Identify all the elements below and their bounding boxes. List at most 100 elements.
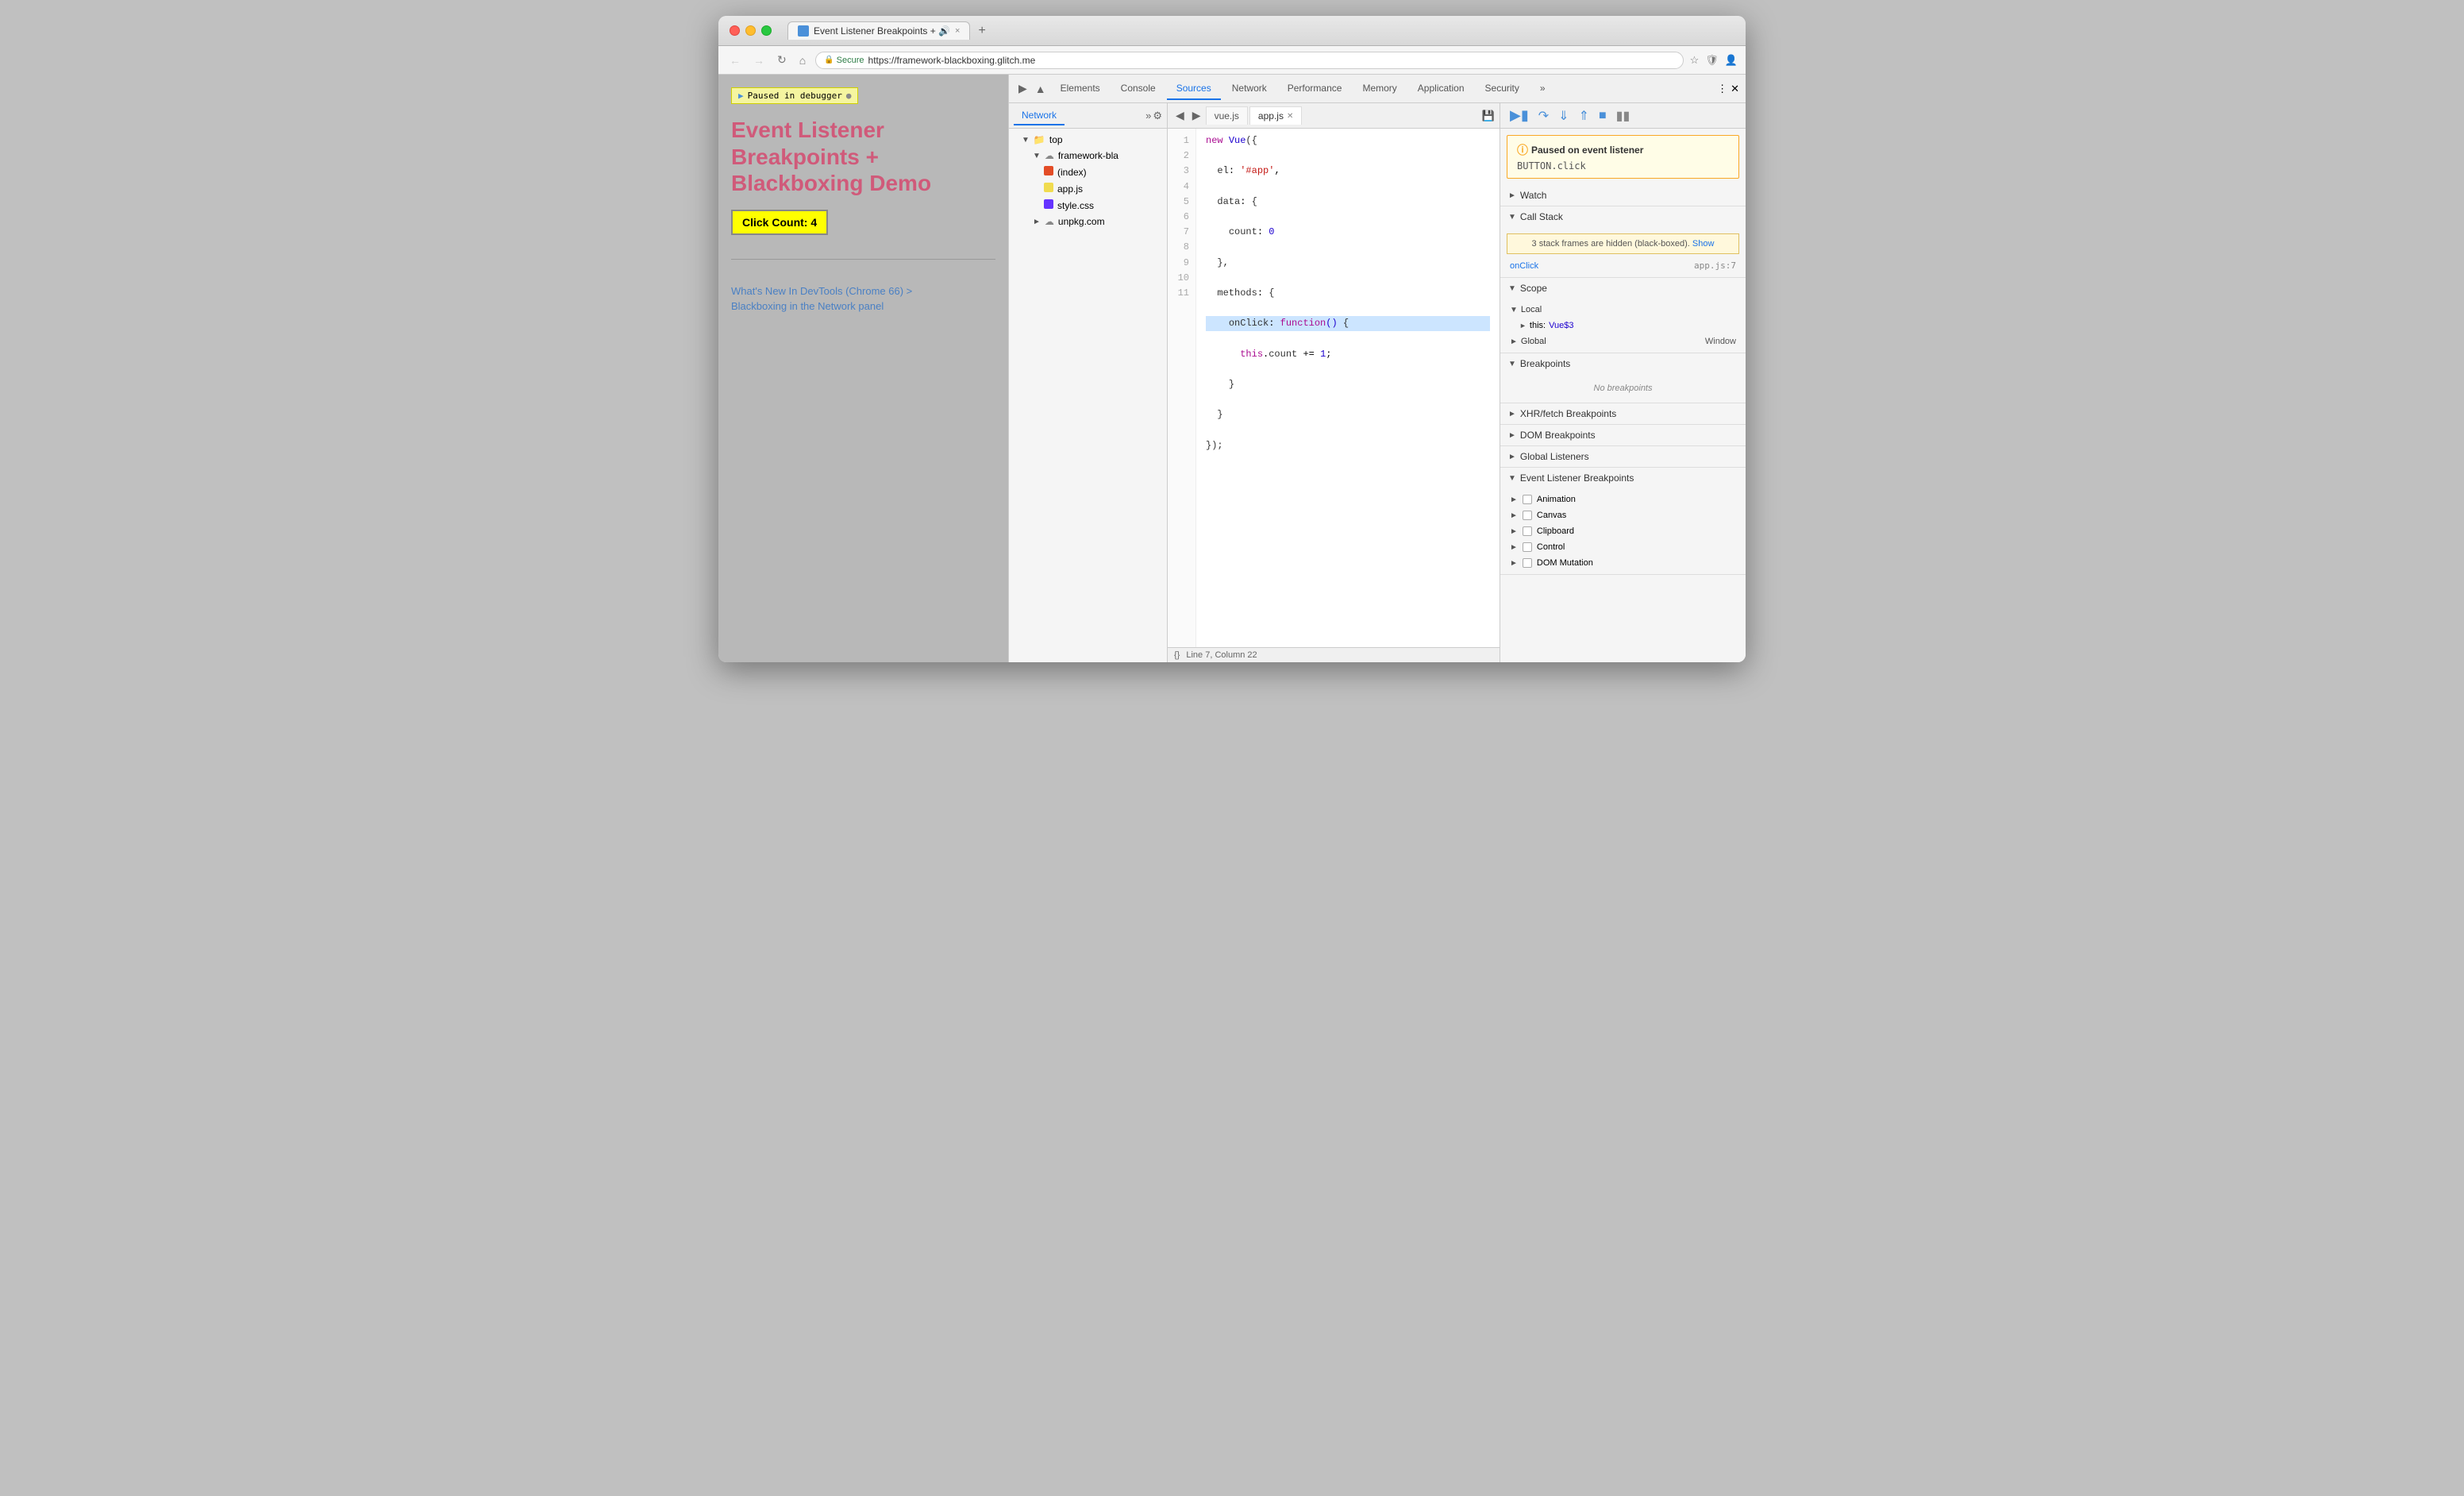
blackboxing-link[interactable]: Blackboxing in the Network panel bbox=[731, 299, 995, 314]
sidebar-tab-more[interactable]: » bbox=[1145, 110, 1151, 121]
scope-header[interactable]: ▼ Scope bbox=[1500, 278, 1746, 299]
file-tree: ▼ 📁 top ▼ ☁ framework-bla (index) bbox=[1009, 129, 1167, 662]
forward-button[interactable]: → bbox=[750, 52, 768, 68]
clipboard-checkbox[interactable] bbox=[1523, 526, 1532, 536]
tree-label-stylecss: style.css bbox=[1057, 200, 1094, 211]
el-item-animation[interactable]: ► Animation bbox=[1500, 492, 1746, 507]
breakpoints-label: Breakpoints bbox=[1520, 358, 1570, 369]
editor-tab-vuejs[interactable]: vue.js bbox=[1206, 106, 1248, 125]
el-item-control[interactable]: ► Control bbox=[1500, 539, 1746, 555]
stack-fn-label: onClick bbox=[1510, 261, 1538, 271]
tab-more[interactable]: » bbox=[1530, 78, 1555, 100]
sidebar-settings-icon[interactable]: ⚙ bbox=[1153, 110, 1162, 122]
gl-label: Global Listeners bbox=[1520, 451, 1589, 462]
devtools-menu-icon[interactable]: ⋮ bbox=[1717, 83, 1727, 95]
this-arrow: ► bbox=[1519, 322, 1527, 330]
event-listener-content: ► Animation ► Canvas ► bbox=[1500, 488, 1746, 574]
element-picker-icon[interactable]: ▶ bbox=[1015, 79, 1030, 98]
tree-item-top[interactable]: ▼ 📁 top bbox=[1009, 132, 1167, 148]
click-count-button[interactable]: Click Count: 4 bbox=[731, 210, 828, 235]
back-button[interactable]: ← bbox=[726, 52, 744, 68]
scope-this[interactable]: ► this: Vue$3 bbox=[1500, 318, 1746, 334]
browser-tab[interactable]: Event Listener Breakpoints + 🔊 × bbox=[787, 21, 970, 40]
refresh-button[interactable]: ↻ bbox=[774, 52, 790, 68]
tree-item-framework[interactable]: ▼ ☁ framework-bla bbox=[1009, 148, 1167, 164]
tab-close-button[interactable]: × bbox=[955, 26, 960, 36]
tab-memory[interactable]: Memory bbox=[1353, 78, 1406, 100]
local-label: Local bbox=[1521, 305, 1542, 314]
maximize-button[interactable] bbox=[761, 25, 772, 36]
home-button[interactable]: ⌂ bbox=[796, 52, 809, 68]
dom-mutation-checkbox[interactable] bbox=[1523, 558, 1532, 568]
bookmark-icon[interactable]: ☆ bbox=[1690, 54, 1700, 67]
url-bar[interactable]: Secure https://framework-blackboxing.gli… bbox=[815, 52, 1683, 69]
device-toolbar-icon[interactable]: ▲ bbox=[1032, 79, 1049, 98]
tab-application[interactable]: Application bbox=[1408, 78, 1474, 100]
tab-security[interactable]: Security bbox=[1476, 78, 1529, 100]
appjs-tab-close[interactable]: ✕ bbox=[1287, 112, 1293, 121]
minimize-button[interactable] bbox=[745, 25, 756, 36]
tab-sources[interactable]: Sources bbox=[1167, 78, 1221, 100]
step-into-button[interactable]: ⇓ bbox=[1555, 106, 1572, 125]
breakpoints-header[interactable]: ▼ Breakpoints bbox=[1500, 353, 1746, 374]
xhr-header[interactable]: ► XHR/fetch Breakpoints bbox=[1500, 403, 1746, 424]
dom-mutation-label: DOM Mutation bbox=[1537, 558, 1593, 568]
code-area[interactable]: 1 2 3 4 5 6 7 8 9 10 11 new Vue({ bbox=[1168, 129, 1500, 647]
tab-elements[interactable]: Elements bbox=[1051, 78, 1110, 100]
event-listener-header[interactable]: ▼ Event Listener Breakpoints bbox=[1500, 468, 1746, 488]
close-button[interactable] bbox=[730, 25, 740, 36]
stack-item-onclick[interactable]: onClick app.js:7 bbox=[1500, 257, 1746, 274]
dom-header[interactable]: ► DOM Breakpoints bbox=[1500, 425, 1746, 445]
scope-global[interactable]: ► Global Window bbox=[1500, 334, 1746, 349]
global-listeners-header[interactable]: ► Global Listeners bbox=[1500, 446, 1746, 467]
deactivate-breakpoints-button[interactable]: ■ bbox=[1596, 107, 1610, 125]
devtools-link[interactable]: What's New In DevTools (Chrome 66) > bbox=[731, 283, 995, 299]
tree-item-stylecss[interactable]: style.css bbox=[1009, 197, 1167, 214]
step-over-button[interactable]: ↷ bbox=[1535, 106, 1552, 125]
el-item-canvas[interactable]: ► Canvas bbox=[1500, 507, 1746, 523]
new-tab-button[interactable]: + bbox=[973, 24, 990, 38]
code-editor: ◀ ▶ vue.js app.js ✕ 💾 1 bbox=[1168, 103, 1500, 662]
page-title: Event Listener Breakpoints + Blackboxing… bbox=[731, 117, 995, 197]
editor-nav-forward[interactable]: ▶ bbox=[1189, 107, 1204, 124]
code-content[interactable]: new Vue({ el: '#app', data: { count: 0 }… bbox=[1196, 129, 1500, 647]
watch-header[interactable]: ► Watch bbox=[1500, 185, 1746, 206]
callstack-show-link[interactable]: Show bbox=[1692, 239, 1715, 249]
tree-item-unpkg[interactable]: ► ☁ unpkg.com bbox=[1009, 214, 1167, 229]
tree-item-appjs[interactable]: app.js bbox=[1009, 180, 1167, 197]
tree-item-index[interactable]: (index) bbox=[1009, 164, 1167, 180]
xhr-section: ► XHR/fetch Breakpoints bbox=[1500, 403, 1746, 425]
folder-icon-top: 📁 bbox=[1034, 134, 1045, 145]
editor-tab-appjs[interactable]: app.js ✕ bbox=[1249, 106, 1302, 125]
url-text: https://framework-blackboxing.glitch.me bbox=[868, 55, 1036, 66]
el-item-clipboard[interactable]: ► Clipboard bbox=[1500, 523, 1746, 539]
scope-content: ▼ Local ► this: Vue$3 ► bbox=[1500, 299, 1746, 353]
resume-button[interactable]: ▶▮ bbox=[1507, 106, 1532, 125]
step-out-button[interactable]: ⇑ bbox=[1576, 106, 1592, 125]
network-tab[interactable]: Network bbox=[1014, 106, 1065, 125]
editor-tab-format[interactable]: 💾 bbox=[1482, 110, 1495, 122]
account-icon[interactable]: 👤 bbox=[1725, 54, 1738, 67]
el-item-dom-mutation[interactable]: ► DOM Mutation bbox=[1500, 555, 1746, 571]
xhr-label: XHR/fetch Breakpoints bbox=[1520, 408, 1616, 419]
canvas-checkbox[interactable] bbox=[1523, 511, 1532, 520]
tree-arrow-unpkg: ► bbox=[1033, 218, 1041, 226]
cloud-icon-framework: ☁ bbox=[1045, 150, 1054, 161]
tab-network[interactable]: Network bbox=[1222, 78, 1276, 100]
devtools-tabs: ▶ ▲ Elements Console Sources Network Per… bbox=[1009, 75, 1746, 103]
pretty-print-button[interactable]: {} bbox=[1174, 650, 1180, 660]
title-bar: Event Listener Breakpoints + 🔊 × + bbox=[718, 16, 1746, 46]
tab-console[interactable]: Console bbox=[1111, 78, 1165, 100]
editor-tabs: ◀ ▶ vue.js app.js ✕ 💾 bbox=[1168, 103, 1500, 129]
editor-nav-back[interactable]: ◀ bbox=[1172, 107, 1188, 124]
tab-performance[interactable]: Performance bbox=[1278, 78, 1352, 100]
scope-local[interactable]: ▼ Local bbox=[1500, 302, 1746, 318]
this-key: this: bbox=[1530, 321, 1546, 330]
control-checkbox[interactable] bbox=[1523, 542, 1532, 552]
devtools-close-icon[interactable]: ✕ bbox=[1731, 83, 1739, 95]
js-icon-app bbox=[1044, 183, 1053, 195]
animation-checkbox[interactable] bbox=[1523, 495, 1532, 504]
callstack-header[interactable]: ▼ Call Stack bbox=[1500, 206, 1746, 227]
editor-status-bar: {} Line 7, Column 22 bbox=[1168, 647, 1500, 662]
pause-on-exceptions-button[interactable]: ▮▮ bbox=[1613, 106, 1634, 125]
